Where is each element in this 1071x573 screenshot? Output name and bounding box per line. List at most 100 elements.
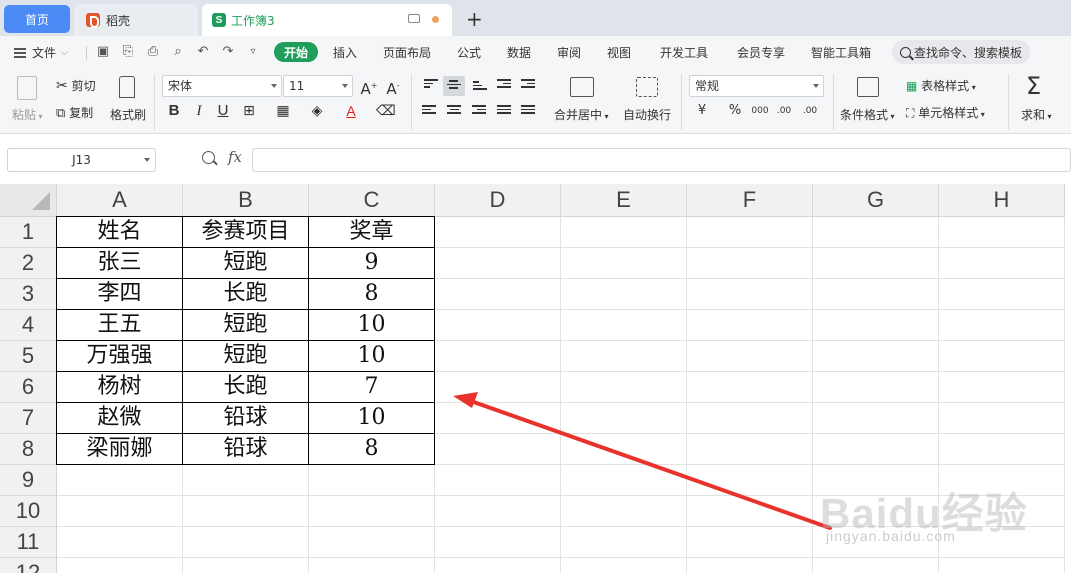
conditional-format-button[interactable]: 条件格式 ▾: [840, 106, 895, 123]
table-cell-medal[interactable]: 10: [309, 403, 435, 434]
cell-f8[interactable]: [687, 434, 813, 465]
align-bottom-icon[interactable]: [473, 81, 487, 93]
cell-f5[interactable]: [687, 341, 813, 372]
format-painter-icon[interactable]: [119, 76, 135, 98]
column-header-d[interactable]: D: [435, 184, 561, 217]
row-header-10[interactable]: 10: [0, 496, 57, 527]
cell-h1[interactable]: [939, 217, 1065, 248]
column-header-h[interactable]: H: [939, 184, 1065, 217]
number-format-select[interactable]: 常规: [689, 75, 824, 97]
wrap-text-icon[interactable]: [636, 77, 658, 97]
cell-g7[interactable]: [813, 403, 939, 434]
row-header-1[interactable]: 1: [0, 217, 57, 248]
cell-b11[interactable]: [183, 527, 309, 558]
fx-icon[interactable]: fx: [228, 148, 242, 166]
cell-d1[interactable]: [435, 217, 561, 248]
table-cell-name[interactable]: 王五: [57, 310, 183, 341]
table-cell-event[interactable]: 铅球: [183, 434, 309, 465]
cell-f11[interactable]: [687, 527, 813, 558]
cell-d2[interactable]: [435, 248, 561, 279]
cell-d5[interactable]: [435, 341, 561, 372]
align-top-icon[interactable]: [424, 79, 438, 91]
sum-icon[interactable]: Σ: [1026, 72, 1041, 100]
thousands-separator-button[interactable]: 000: [750, 102, 770, 120]
undo-icon[interactable]: ↶: [196, 45, 210, 59]
cell-d10[interactable]: [435, 496, 561, 527]
cell-d12[interactable]: [435, 558, 561, 573]
row-header-9[interactable]: 9: [0, 465, 57, 496]
decrease-decimal-button[interactable]: .00: [800, 102, 820, 120]
cell-f6[interactable]: [687, 372, 813, 403]
cell-e4[interactable]: [561, 310, 687, 341]
percent-button[interactable]: %: [726, 102, 744, 120]
cell-g4[interactable]: [813, 310, 939, 341]
export-icon[interactable]: ⎘: [121, 45, 135, 59]
table-cell-event[interactable]: 短跑: [183, 248, 309, 279]
cell-h12[interactable]: [939, 558, 1065, 573]
menu-tab-developer[interactable]: 开发工具: [660, 44, 708, 61]
row-header-12[interactable]: 12: [0, 558, 57, 573]
redo-icon[interactable]: ↷: [221, 45, 235, 59]
cell-c9[interactable]: [309, 465, 435, 496]
table-cell-medal[interactable]: 8: [309, 279, 435, 310]
cell-d7[interactable]: [435, 403, 561, 434]
cell-c10[interactable]: [309, 496, 435, 527]
row-header-6[interactable]: 6: [0, 372, 57, 403]
cell-f7[interactable]: [687, 403, 813, 434]
cell-f2[interactable]: [687, 248, 813, 279]
cell-e9[interactable]: [561, 465, 687, 496]
clear-format-icon[interactable]: ⌫: [376, 102, 396, 120]
sum-button[interactable]: 求和 ▾: [1021, 106, 1052, 123]
tab-home[interactable]: 首页: [4, 5, 70, 33]
row-header-3[interactable]: 3: [0, 279, 57, 310]
copy-button[interactable]: ⧉ 复制: [56, 104, 93, 121]
menu-tab-smart-toolbox[interactable]: 智能工具箱: [811, 44, 871, 61]
cell-c12[interactable]: [309, 558, 435, 573]
table-cell-medal[interactable]: 9: [309, 248, 435, 279]
cell-e12[interactable]: [561, 558, 687, 573]
cell-f9[interactable]: [687, 465, 813, 496]
cell-g3[interactable]: [813, 279, 939, 310]
paste-button[interactable]: 粘贴 ▾: [12, 106, 43, 123]
row-header-11[interactable]: 11: [0, 527, 57, 558]
table-cell-event[interactable]: 短跑: [183, 310, 309, 341]
menu-tab-formulas[interactable]: 公式: [457, 44, 481, 61]
table-cell-name[interactable]: 赵微: [57, 403, 183, 434]
cell-b12[interactable]: [183, 558, 309, 573]
table-cell-name[interactable]: 李四: [57, 279, 183, 310]
menu-tab-start[interactable]: 开始: [274, 42, 318, 62]
column-header-f[interactable]: F: [687, 184, 813, 217]
borders-icon[interactable]: ⊞: [240, 102, 258, 120]
table-cell-name[interactable]: 张三: [57, 248, 183, 279]
new-tab-plus-icon[interactable]: +: [466, 7, 483, 31]
cell-g8[interactable]: [813, 434, 939, 465]
bold-button[interactable]: B: [165, 102, 183, 120]
cell-d4[interactable]: [435, 310, 561, 341]
print-preview-icon[interactable]: ⌕: [171, 45, 185, 59]
currency-button[interactable]: ¥: [693, 102, 711, 120]
font-shrink-button[interactable]: A-: [384, 77, 402, 98]
font-grow-button[interactable]: A+: [360, 77, 378, 98]
monitor-icon[interactable]: [408, 14, 420, 23]
cell-h3[interactable]: [939, 279, 1065, 310]
wrap-text-button[interactable]: 自动换行: [623, 106, 671, 123]
menu-tab-view[interactable]: 视图: [607, 44, 631, 61]
underline-button[interactable]: U: [214, 102, 232, 120]
font-color-button[interactable]: A: [342, 102, 360, 120]
table-cell-name[interactable]: 杨树: [57, 372, 183, 403]
cell-e11[interactable]: [561, 527, 687, 558]
table-cell-event[interactable]: 长跑: [183, 279, 309, 310]
cell-g12[interactable]: [813, 558, 939, 573]
print-icon[interactable]: ⎙: [146, 45, 160, 59]
cell-h8[interactable]: [939, 434, 1065, 465]
cell-h2[interactable]: [939, 248, 1065, 279]
merge-center-icon[interactable]: [570, 77, 594, 97]
row-header-5[interactable]: 5: [0, 341, 57, 372]
save-icon[interactable]: ▣: [96, 45, 110, 59]
quick-access-dropdown-icon[interactable]: ▿: [246, 45, 260, 59]
merge-center-button[interactable]: 合并居中 ▾: [554, 106, 609, 123]
cell-d9[interactable]: [435, 465, 561, 496]
tab-daoke[interactable]: 稻壳: [74, 4, 198, 36]
italic-button[interactable]: I: [190, 102, 208, 120]
cell-d6[interactable]: [435, 372, 561, 403]
